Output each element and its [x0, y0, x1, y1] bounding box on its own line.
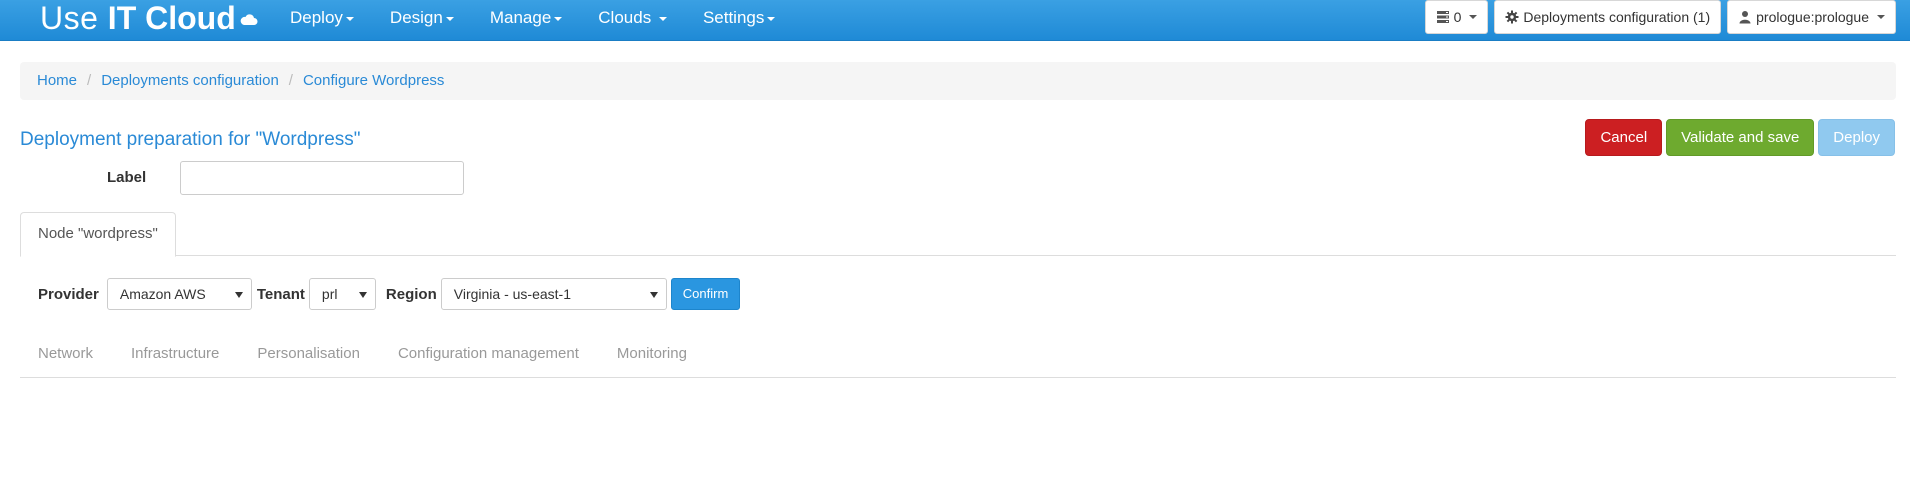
brand-name-part2: IT Cloud	[107, 0, 236, 36]
cloud-icon	[240, 14, 258, 25]
tab-personalisation[interactable]: Personalisation	[238, 338, 379, 374]
validate-and-save-button[interactable]: Validate and save	[1666, 119, 1815, 156]
tab-node-wordpress[interactable]: Node "wordpress"	[20, 212, 176, 257]
dropdown-arrow-icon	[649, 292, 658, 298]
provider-select[interactable]: Amazon AWS	[106, 278, 252, 310]
caret-down-icon	[345, 16, 354, 21]
region-select[interactable]: Virginia - us-east-1	[440, 278, 667, 310]
nav-clouds[interactable]: Clouds	[580, 0, 685, 35]
confirm-button[interactable]: Confirm	[670, 278, 741, 310]
caret-down-icon	[1469, 15, 1478, 19]
caret-down-icon	[658, 16, 667, 21]
breadcrumb-separator: /	[288, 72, 293, 89]
server-list-icon	[1436, 11, 1449, 23]
deployments-configuration-button[interactable]: Deployments configuration (1)	[1494, 0, 1722, 34]
user-name: prologue:prologue	[1756, 9, 1869, 25]
section-tabs: Network Infrastructure Personalisation C…	[20, 338, 1896, 378]
provider-select-value: Amazon AWS	[119, 286, 206, 302]
nav-clouds-label: Clouds	[598, 8, 652, 27]
nav-settings[interactable]: Settings	[685, 0, 793, 35]
deploy-button[interactable]: Deploy	[1818, 119, 1895, 156]
breadcrumb-deployments-configuration[interactable]: Deployments configuration	[101, 72, 279, 89]
tasks-count: 0	[1453, 9, 1462, 25]
top-navbar: Use IT Cloud Deploy Design Manage Clouds…	[0, 0, 1910, 41]
provider-label: Provider	[38, 285, 99, 303]
brand-logo[interactable]: Use IT Cloud	[40, 0, 258, 38]
breadcrumb: Home / Deployments configuration / Configure…	[20, 62, 1896, 100]
region-select-value: Virginia - us-east-1	[453, 286, 572, 302]
tenant-select-value: prl	[321, 286, 338, 302]
action-buttons: Cancel Validate and save Deploy	[1585, 119, 1895, 156]
region-label: Region	[385, 285, 437, 303]
tab-monitoring[interactable]: Monitoring	[598, 338, 706, 374]
user-icon	[1739, 11, 1751, 24]
main-menu: Deploy Design Manage Clouds Settings	[272, 0, 793, 41]
provider-form-row: Provider Amazon AWS Tenant prl Region Vi…	[38, 278, 741, 310]
breadcrumb-configure-wordpress[interactable]: Configure Wordpress	[303, 72, 444, 89]
nav-deploy[interactable]: Deploy	[272, 0, 372, 35]
node-tabs: Node "wordpress"	[20, 212, 1896, 257]
caret-down-icon	[767, 16, 776, 21]
caret-down-icon	[445, 16, 454, 21]
gear-icon	[1505, 10, 1519, 24]
cancel-button[interactable]: Cancel	[1585, 119, 1663, 156]
caret-down-icon	[554, 16, 563, 21]
tab-infrastructure[interactable]: Infrastructure	[112, 338, 238, 374]
breadcrumb-separator: /	[87, 72, 92, 89]
nav-deploy-label: Deploy	[290, 8, 343, 27]
dropdown-arrow-icon	[358, 292, 367, 298]
tenant-select[interactable]: prl	[308, 278, 376, 310]
navbar-right: 0 Deployments configuration (1) prologue…	[1424, 0, 1896, 34]
nav-manage[interactable]: Manage	[472, 0, 580, 35]
caret-down-icon	[1877, 15, 1885, 19]
page-title: Deployment preparation for "Wordpress"	[20, 129, 361, 150]
nav-design-label: Design	[389, 8, 443, 27]
breadcrumb-home[interactable]: Home	[37, 72, 77, 89]
tab-network[interactable]: Network	[20, 338, 112, 374]
label-field-label: Label	[107, 169, 147, 186]
nav-design[interactable]: Design	[372, 0, 472, 35]
tab-configuration-management[interactable]: Configuration management	[379, 338, 598, 374]
tenant-label: Tenant	[256, 285, 305, 303]
brand-name-part1: Use	[40, 0, 108, 36]
nav-manage-label: Manage	[489, 8, 552, 27]
label-input[interactable]	[180, 161, 464, 195]
tasks-dropdown[interactable]: 0	[1424, 0, 1489, 34]
dropdown-arrow-icon	[234, 292, 243, 298]
user-menu[interactable]: prologue:prologue	[1727, 0, 1896, 34]
nav-settings-label: Settings	[702, 8, 765, 27]
deployments-configuration-label: Deployments configuration (1)	[1523, 9, 1711, 25]
